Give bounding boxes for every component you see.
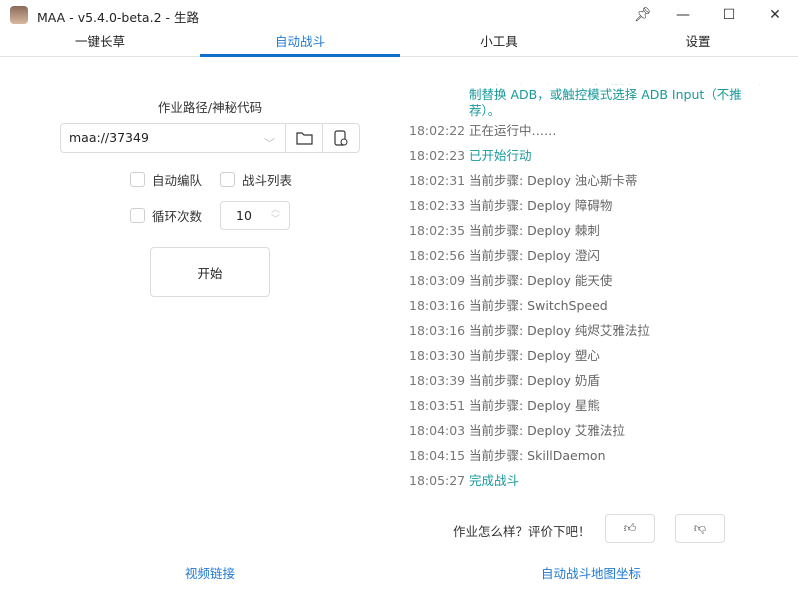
thumbs-down-icon: 👎︎ bbox=[693, 521, 707, 535]
title-bar: MAA - v5.4.0-beta.2 - 生路 📌︎ — ☐ ✕ bbox=[0, 0, 798, 30]
log-entry: 18:02:22如果任务完全没有反应，请使用 设置 - 连接设置 - 强制替换 … bbox=[400, 84, 798, 119]
log-entry: 18:04:15 当前步骤: SkillDaemon bbox=[400, 444, 798, 469]
battle-list-checkbox[interactable]: 战斗列表 bbox=[220, 170, 292, 189]
feedback-prompt: 作业怎么样？评价下吧！ bbox=[453, 524, 591, 539]
checkbox-box[interactable] bbox=[130, 208, 145, 223]
log-panel: 18:02:22如果任务完全没有反应，请使用 设置 - 连接设置 - 强制替换 … bbox=[400, 84, 798, 494]
start-button[interactable]: 开始 bbox=[150, 247, 270, 297]
path-value: maa://37349 bbox=[69, 130, 149, 145]
log-time: 18:03:16 bbox=[409, 323, 466, 338]
log-time: 18:03:39 bbox=[409, 373, 466, 388]
log-message: 当前步骤: Deploy 艾雅法拉 bbox=[469, 423, 625, 438]
loop-count-stepper[interactable]: 10 ︿ ﹀ bbox=[220, 201, 290, 230]
tab-auto-battle[interactable]: 自动战斗 bbox=[200, 30, 400, 57]
log-time: 18:02:22 bbox=[409, 123, 466, 138]
log-entry: 18:02:35 当前步骤: Deploy 棘刺 bbox=[400, 219, 798, 244]
log-message: 正在运行中…… bbox=[469, 123, 557, 138]
log-message: 当前步骤: Deploy 塑心 bbox=[469, 348, 600, 363]
log-message: 当前步骤: Deploy 棘刺 bbox=[469, 223, 600, 238]
minimize-button[interactable]: — bbox=[660, 0, 706, 30]
log-entry: 18:03:51 当前步骤: Deploy 星熊 bbox=[400, 394, 798, 419]
log-entry: 18:02:22 正在运行中…… bbox=[400, 119, 798, 144]
checkbox-box[interactable] bbox=[220, 172, 235, 187]
log-time: 18:02:22 bbox=[400, 84, 469, 119]
log-message: 当前步骤: SwitchSpeed bbox=[469, 298, 608, 313]
log-time: 18:03:51 bbox=[409, 398, 466, 413]
log-message: 当前步骤: Deploy 能天使 bbox=[469, 273, 613, 288]
thumbs-up-button[interactable]: 👍︎ bbox=[605, 514, 655, 543]
auto-squad-label: 自动编队 bbox=[152, 173, 203, 188]
tab-settings[interactable]: 设置 bbox=[598, 30, 798, 57]
log-time: 18:03:30 bbox=[409, 348, 466, 363]
log-entry: 18:02:33 当前步骤: Deploy 障碍物 bbox=[400, 194, 798, 219]
map-coordinates-link[interactable]: 自动战斗地图坐标 bbox=[541, 563, 641, 582]
app-logo-icon bbox=[10, 6, 28, 24]
log-time: 18:02:23 bbox=[409, 148, 466, 163]
close-button[interactable]: ✕ bbox=[752, 0, 798, 30]
log-time: 18:02:31 bbox=[409, 173, 466, 188]
path-input[interactable]: maa://37349 ﹀ bbox=[61, 124, 285, 152]
path-label: 作业路径/神秘代码 bbox=[157, 100, 263, 115]
log-message: 当前步骤: Deploy 纯烬艾雅法拉 bbox=[469, 323, 650, 338]
video-link[interactable]: 视频链接 bbox=[185, 563, 235, 582]
log-entry: 18:02:23 已开始行动 bbox=[400, 144, 798, 169]
loop-label: 循环次数 bbox=[152, 209, 203, 224]
folder-icon[interactable] bbox=[285, 124, 322, 152]
log-message: 当前步骤: Deploy 澄闪 bbox=[469, 248, 600, 263]
battle-list-label: 战斗列表 bbox=[242, 173, 293, 188]
window-title: MAA - v5.4.0-beta.2 - 生路 bbox=[37, 10, 199, 25]
path-combobox: maa://37349 ﹀ bbox=[60, 123, 360, 153]
thumbs-down-button[interactable]: 👎︎ bbox=[675, 514, 725, 543]
tab-one-key[interactable]: 一键长草 bbox=[0, 30, 200, 57]
log-entry: 18:03:16 当前步骤: SwitchSpeed bbox=[400, 294, 798, 319]
loop-checkbox[interactable]: 循环次数 bbox=[130, 206, 202, 225]
log-entry: 18:03:09 当前步骤: Deploy 能天使 bbox=[400, 269, 798, 294]
loop-count-value: 10 bbox=[236, 208, 252, 223]
paste-clipboard-icon[interactable] bbox=[322, 124, 359, 152]
log-time: 18:03:16 bbox=[409, 298, 466, 313]
spinner-icon[interactable]: ︿ ﹀ bbox=[271, 205, 280, 225]
log-time: 18:02:33 bbox=[409, 198, 466, 213]
checkbox-box[interactable] bbox=[130, 172, 145, 187]
log-entry: 18:03:16 当前步骤: Deploy 纯烬艾雅法拉 bbox=[400, 319, 798, 344]
log-time: 18:02:56 bbox=[409, 248, 466, 263]
tab-bar: 一键长草 自动战斗 小工具 设置 bbox=[0, 30, 798, 57]
log-time: 18:04:15 bbox=[409, 448, 466, 463]
thumbs-up-icon: 👍︎ bbox=[623, 521, 637, 535]
log-message: 完成战斗 bbox=[469, 473, 520, 488]
log-time: 18:02:35 bbox=[409, 223, 466, 238]
log-message: 当前步骤: Deploy 障碍物 bbox=[469, 198, 613, 213]
log-time: 18:03:09 bbox=[409, 273, 466, 288]
log-time: 18:04:03 bbox=[409, 423, 466, 438]
log-message: 当前步骤: Deploy 星熊 bbox=[469, 398, 600, 413]
log-message: 当前步骤: Deploy 奶盾 bbox=[469, 373, 600, 388]
log-entry: 18:04:03 当前步骤: Deploy 艾雅法拉 bbox=[400, 419, 798, 444]
log-message: 当前步骤: Deploy 浊心斯卡蒂 bbox=[469, 173, 638, 188]
log-entry: 18:02:31 当前步骤: Deploy 浊心斯卡蒂 bbox=[400, 169, 798, 194]
log-entry: 18:05:27 完成战斗 bbox=[400, 469, 798, 494]
log-entry: 18:03:30 当前步骤: Deploy 塑心 bbox=[400, 344, 798, 369]
auto-squad-checkbox[interactable]: 自动编队 bbox=[130, 170, 202, 189]
tab-tools[interactable]: 小工具 bbox=[399, 30, 599, 57]
chevron-down-icon[interactable]: ﹀ bbox=[264, 130, 275, 158]
maximize-button[interactable]: ☐ bbox=[706, 0, 752, 30]
log-message: 如果任务完全没有反应，请使用 设置 - 连接设置 - 强制替换 ADB，或触控模… bbox=[469, 84, 760, 118]
log-time: 18:05:27 bbox=[409, 473, 466, 488]
log-message: 已开始行动 bbox=[469, 148, 532, 163]
log-entry: 18:03:39 当前步骤: Deploy 奶盾 bbox=[400, 369, 798, 394]
log-message: 当前步骤: SkillDaemon bbox=[469, 448, 606, 463]
log-entry: 18:02:56 当前步骤: Deploy 澄闪 bbox=[400, 244, 798, 269]
